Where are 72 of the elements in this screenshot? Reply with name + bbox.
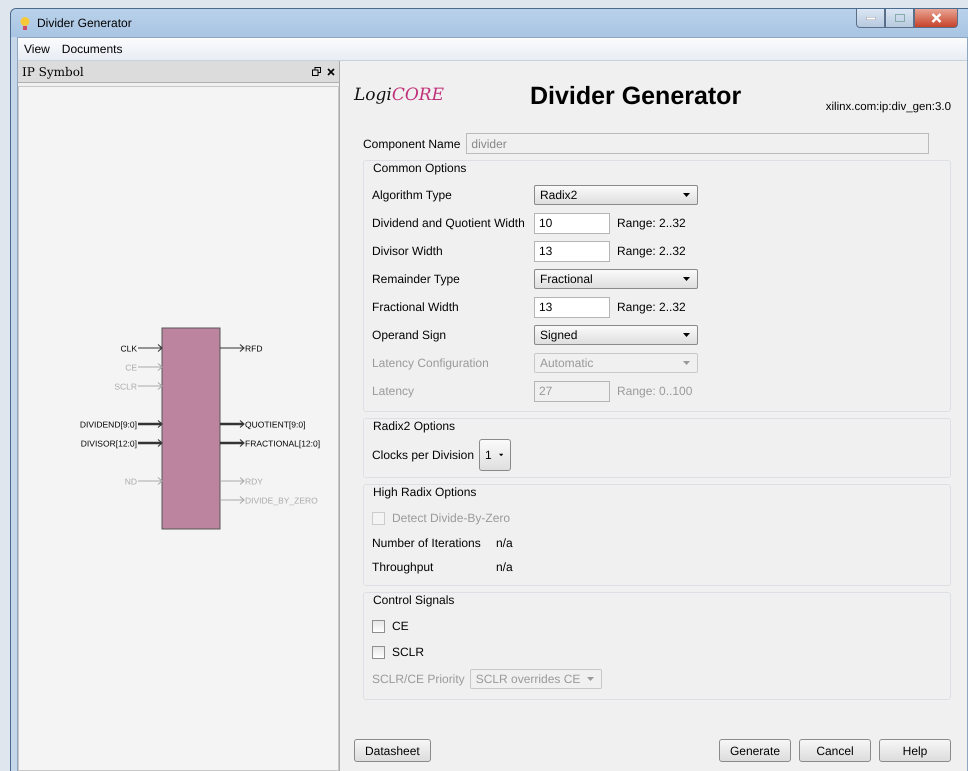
checkbox[interactable] bbox=[372, 646, 385, 658]
page-title: Divider Generator bbox=[530, 82, 742, 111]
input-field[interactable]: 13 bbox=[534, 240, 610, 262]
input-field[interactable]: 10 bbox=[534, 212, 610, 234]
close-button[interactable] bbox=[914, 9, 958, 28]
field-label: SCLR/CE Priority bbox=[372, 672, 465, 686]
field-label: Clocks per Division bbox=[372, 448, 474, 462]
field-label: Latency Configuration bbox=[372, 356, 490, 370]
port-label: ND bbox=[124, 476, 136, 486]
dialog-button[interactable]: Cancel bbox=[799, 739, 871, 762]
dropdown[interactable]: Radix2 bbox=[534, 185, 698, 205]
port-label: QUOTIENT[9:0] bbox=[244, 420, 305, 430]
dropdown[interactable]: 1 bbox=[479, 439, 512, 471]
close-icon[interactable] bbox=[327, 68, 335, 76]
field-label: Divisor Width bbox=[372, 244, 444, 258]
close-icon bbox=[930, 13, 942, 23]
port-label: RDY bbox=[244, 476, 262, 486]
dialog-button[interactable]: Help bbox=[879, 739, 951, 762]
field-label: Number of Iterations bbox=[372, 536, 482, 550]
range-hint: Range: 0..100 bbox=[617, 384, 692, 398]
field-label: Dividend and Quotient Width bbox=[372, 216, 526, 230]
datasheet-button[interactable]: Datasheet bbox=[354, 739, 431, 762]
maximize-icon bbox=[894, 14, 904, 22]
field-label: Component Name bbox=[363, 136, 460, 150]
checkbox-label: SCLR bbox=[392, 645, 424, 659]
caret-icon bbox=[683, 361, 690, 365]
minimize-button[interactable] bbox=[856, 9, 885, 28]
caret-icon bbox=[683, 333, 690, 337]
restore-icon[interactable] bbox=[312, 67, 321, 76]
caret-icon bbox=[683, 193, 690, 197]
checkbox-label: CE bbox=[392, 619, 409, 633]
menu-item[interactable]: View bbox=[24, 42, 50, 56]
port-label: DIVIDEND[9:0] bbox=[79, 420, 136, 430]
group-title: Control Signals bbox=[372, 592, 456, 609]
field-label: Fractional Width bbox=[372, 300, 460, 314]
maximize-button[interactable] bbox=[885, 9, 914, 28]
port-label: RFD bbox=[244, 344, 262, 354]
port-label: FRACTIONAL[12:0] bbox=[244, 438, 320, 448]
field-label: Algorithm Type bbox=[372, 188, 453, 202]
group-title: High Radix Options bbox=[372, 484, 478, 501]
bulb-icon bbox=[19, 16, 31, 30]
ip-identifier: xilinx.com:ip:div_gen:3.0 bbox=[826, 101, 951, 113]
port-label: SCLR bbox=[114, 382, 136, 392]
caret-icon bbox=[498, 453, 504, 457]
field-label: Throughput bbox=[372, 560, 434, 574]
minimize-icon bbox=[866, 16, 876, 20]
port-label: CE bbox=[124, 362, 136, 372]
input-field[interactable]: 13 bbox=[534, 296, 610, 318]
dropdown[interactable]: Fractional bbox=[534, 269, 698, 289]
menu-item[interactable]: Documents bbox=[62, 42, 122, 56]
caret-icon bbox=[587, 677, 594, 681]
dialog-button[interactable]: Generate bbox=[718, 739, 791, 762]
checkbox-label: Detect Divide-By-Zero bbox=[392, 511, 510, 525]
checkbox[interactable] bbox=[372, 620, 385, 632]
field-value: n/a bbox=[496, 536, 513, 550]
field-label: Remainder Type bbox=[372, 272, 461, 286]
field-label: Latency bbox=[372, 384, 416, 398]
group-title: Common Options bbox=[372, 160, 468, 177]
group-title: Radix2 Options bbox=[372, 418, 456, 435]
dropdown[interactable]: Signed bbox=[534, 325, 698, 345]
range-hint: Range: 2..32 bbox=[617, 300, 686, 314]
range-hint: Range: 2..32 bbox=[617, 244, 686, 258]
field-value: n/a bbox=[496, 560, 513, 574]
port-label: CLK bbox=[120, 344, 136, 354]
port-label: DIVISOR[12:0] bbox=[80, 438, 136, 448]
range-hint: Range: 2..32 bbox=[617, 216, 686, 230]
caret-icon bbox=[683, 277, 690, 281]
window-title: Divider Generator bbox=[37, 16, 132, 30]
field-label: Operand Sign bbox=[372, 328, 448, 342]
panel-title: IP Symbol bbox=[22, 64, 84, 78]
logo: LogiCORE bbox=[354, 85, 444, 105]
port-label: DIVIDE_BY_ZERO bbox=[244, 496, 318, 506]
